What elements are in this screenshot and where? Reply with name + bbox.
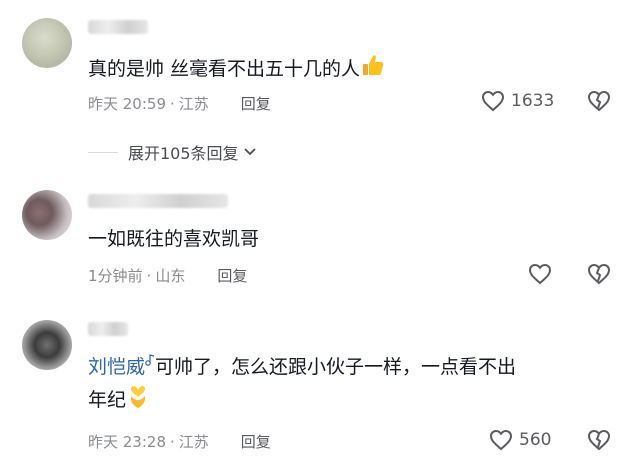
broken-heart-icon (587, 263, 611, 285)
avatar[interactable] (22, 320, 72, 370)
timestamp: 昨天 23:28 (88, 433, 166, 451)
timestamp: 昨天 20:59 (88, 95, 166, 113)
like-button[interactable]: 1633 (481, 90, 554, 112)
separator-dot: · (170, 94, 175, 113)
broken-heart-icon (587, 90, 611, 112)
timestamp: 1分钟前 (88, 267, 143, 285)
heart-icon (489, 429, 513, 451)
like-count: 1633 (511, 91, 555, 111)
comment-meta: 1分钟前 · 山东 回复 (88, 265, 247, 286)
avatar[interactable] (22, 190, 72, 240)
divider-line (88, 151, 118, 153)
heart-hands-icon (126, 382, 150, 419)
dislike-button[interactable] (587, 90, 611, 116)
like-button[interactable]: 560 (489, 429, 551, 451)
like-count: 560 (519, 430, 552, 450)
like-button[interactable] (528, 263, 552, 285)
reply-button[interactable]: 回复 (241, 93, 271, 114)
comment-text: 刘恺威 可帅了，怎么还跟小伙子一样，一点看不出 (88, 354, 517, 378)
reply-button[interactable]: 回复 (217, 265, 247, 286)
avatar[interactable] (22, 18, 72, 68)
comment-text-line2: 年纪 (88, 382, 150, 419)
thumbs-up-icon (360, 52, 386, 87)
heart-icon (481, 90, 505, 112)
username-blurred[interactable] (88, 20, 148, 34)
comment-meta: 昨天 23:28 · 江苏 回复 (88, 431, 271, 452)
mention-link[interactable]: 刘恺威 (88, 356, 145, 378)
dislike-button[interactable] (587, 429, 611, 455)
comment-meta: 昨天 20:59 · 江苏 回复 (88, 93, 271, 114)
chevron-down-icon (243, 148, 256, 156)
separator-dot: · (170, 432, 175, 451)
expand-replies-button[interactable]: 展开105条回复 (88, 140, 257, 164)
expand-replies-label: 展开105条回复 (128, 144, 239, 163)
username-blurred[interactable] (88, 194, 228, 208)
location: 山东 (155, 267, 186, 285)
username-blurred[interactable] (88, 322, 128, 336)
location: 江苏 (178, 95, 209, 113)
broken-heart-icon (587, 429, 611, 451)
comment-text: 真的是帅 丝毫看不出五十几的人 (88, 52, 386, 87)
heart-icon (528, 263, 552, 285)
reply-button[interactable]: 回复 (241, 431, 271, 452)
comment-text: 一如既往的喜欢凯哥 (88, 228, 260, 250)
separator-dot: · (146, 266, 152, 285)
music-note-icon (145, 354, 155, 366)
dislike-button[interactable] (587, 263, 611, 289)
location: 江苏 (178, 433, 209, 451)
